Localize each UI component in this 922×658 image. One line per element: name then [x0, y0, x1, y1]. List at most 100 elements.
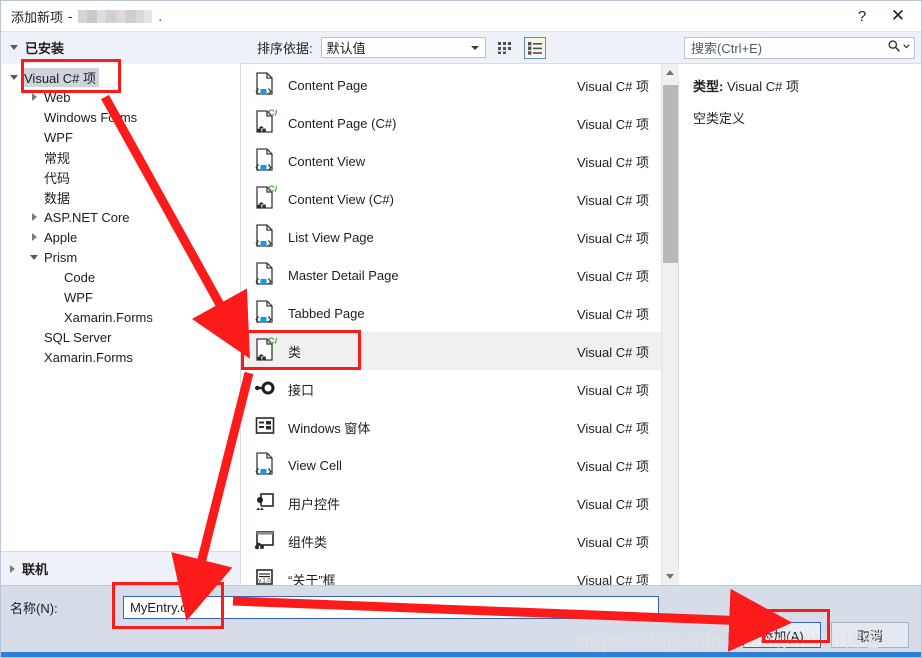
template-item-name: 接口 [288, 382, 315, 398]
template-list-item[interactable]: Master Detail Page Visual C# 项 [241, 256, 661, 294]
installed-section-header[interactable]: 已安装 [1, 31, 241, 64]
search-input[interactable]: 搜索(Ctrl+E) [684, 36, 915, 59]
template-item-kind: Visual C# 项 [576, 268, 649, 284]
add-button[interactable]: 添加(A) [743, 622, 821, 648]
tree-node[interactable]: SQL Server [1, 327, 240, 347]
online-section-header[interactable]: 联机 [1, 551, 240, 585]
template-item-name: 用户控件 [288, 496, 341, 512]
tree-node[interactable]: Xamarin.Forms [1, 347, 240, 367]
page-xaml-icon [253, 223, 277, 252]
tree-node-label: Xamarin.Forms [44, 349, 133, 365]
redacted-project-name [78, 9, 153, 23]
template-list-item[interactable]: 用户控件 Visual C# 项 [241, 484, 661, 522]
accent-strip [1, 652, 921, 657]
tree-node[interactable]: 常规 [1, 147, 240, 167]
tree-node[interactable]: WPF [1, 287, 240, 307]
tree-node-label: Web [44, 89, 71, 105]
template-item-kind: Visual C# 项 [576, 344, 649, 360]
template-item-kind: Visual C# 项 [576, 192, 649, 208]
interface-icon [253, 375, 277, 404]
class-csharp-icon: C# [253, 336, 280, 366]
grid-view-icon[interactable] [494, 37, 516, 59]
tree-node[interactable]: Web [1, 87, 240, 107]
chevron-right-icon[interactable] [27, 213, 41, 221]
template-item-icon: C# [250, 336, 280, 366]
tree-node[interactable]: Apple [1, 227, 240, 247]
template-item-kind: Visual C# 项 [576, 306, 649, 322]
template-list-scrollbar[interactable] [661, 64, 679, 585]
chevron-down-icon [10, 45, 18, 50]
scroll-up-icon[interactable] [661, 64, 679, 81]
template-item-kind: Visual C# 项 [576, 116, 649, 132]
tree-node-label: SQL Server [44, 329, 112, 345]
template-item-icon [250, 527, 280, 556]
template-list-item[interactable]: 组件类 Visual C# 项 [241, 522, 661, 560]
page-csharp-icon: C# [253, 108, 280, 138]
chevron-down-icon[interactable] [7, 74, 21, 80]
page-csharp-icon: C# [253, 184, 280, 214]
search-area: 搜索(Ctrl+E) [679, 32, 921, 64]
svg-text:v.1.0: v.1.0 [258, 578, 271, 584]
page-xaml-icon [253, 147, 277, 176]
template-list-item[interactable]: Content View Visual C# 项 [241, 142, 661, 180]
scroll-down-icon[interactable] [661, 568, 679, 585]
details-description: 空类定义 [693, 111, 746, 126]
template-list: Content Page Visual C# 项 C# Content Page (C… [241, 64, 661, 585]
template-list-item[interactable]: Content Page Visual C# 项 [241, 66, 661, 104]
tree-node-label: 数据 [44, 190, 71, 206]
tree-node[interactable]: Xamarin.Forms [1, 307, 240, 327]
help-icon[interactable]: ? [845, 2, 879, 30]
tree-node[interactable]: Prism [1, 247, 240, 267]
chevron-right-icon[interactable] [27, 233, 41, 241]
tree-node-label: Xamarin.Forms [64, 309, 153, 325]
chevron-down-icon[interactable] [27, 254, 41, 260]
chevron-right-icon[interactable] [27, 93, 41, 101]
tree-node-label: 常规 [44, 150, 71, 166]
installed-label: 已安装 [25, 41, 65, 56]
tree-node[interactable]: 代码 [1, 167, 240, 187]
template-list-item[interactable]: v.1.0 “关于”框 Visual C# 项 [241, 560, 661, 585]
chevron-down-icon[interactable] [902, 39, 911, 56]
tree-node[interactable]: ASP.NET Core [1, 207, 240, 227]
search-icon[interactable] [887, 39, 901, 56]
template-list-item[interactable]: C# Content View (C#) Visual C# 项 [241, 180, 661, 218]
windows-form-icon [253, 413, 277, 442]
template-item-name: Master Detail Page [288, 267, 399, 283]
template-list-item[interactable]: List View Page Visual C# 项 [241, 218, 661, 256]
template-list-item[interactable]: View Cell Visual C# 项 [241, 446, 661, 484]
titlebar-buttons: ? ✕ [845, 1, 915, 31]
list-view-icon[interactable] [523, 36, 546, 59]
cancel-button[interactable]: 取消 [831, 622, 909, 648]
template-item-kind: Visual C# 项 [576, 496, 649, 512]
scrollbar-track[interactable] [662, 81, 679, 568]
category-tree-pane: Visual C# 项 Web Windows Forms WPF 常规代码数据 ASP.… [1, 64, 241, 585]
sort-by-label: 排序依据: [257, 41, 313, 56]
page-xaml-icon [253, 71, 277, 100]
about-box-icon: v.1.0 [253, 565, 277, 586]
close-icon[interactable]: ✕ [881, 2, 915, 30]
tree-node-label: WPF [44, 129, 73, 145]
template-item-icon [250, 71, 280, 100]
tree-node[interactable]: Windows Forms [1, 107, 240, 127]
scrollbar-thumb[interactable] [662, 85, 678, 263]
tree-node[interactable]: WPF [1, 127, 240, 147]
page-xaml-icon [253, 451, 277, 480]
tree-node-label: 代码 [44, 170, 71, 186]
template-list-item[interactable]: Tabbed Page Visual C# 项 [241, 294, 661, 332]
template-list-item[interactable]: Windows 窗体 Visual C# 项 [241, 408, 661, 446]
template-item-icon [250, 489, 280, 518]
template-list-pane: Content Page Visual C# 项 C# Content Page (C… [241, 64, 679, 585]
dialog-title: 添加新项 - . [11, 7, 162, 26]
tree-node[interactable]: Code [1, 267, 240, 287]
template-list-item[interactable]: C# 类 Visual C# 项 [241, 332, 661, 370]
template-list-item[interactable]: C# Content Page (C#) Visual C# 项 [241, 104, 661, 142]
template-list-item[interactable]: 接口 Visual C# 项 [241, 370, 661, 408]
name-input[interactable]: MyEntry.cs [123, 595, 659, 619]
title-prefix: 添加新项 [11, 9, 64, 25]
tree-node-label: Apple [44, 229, 78, 245]
tree-node[interactable]: Visual C# 项 [1, 67, 240, 87]
template-item-name: Content Page (C#) [288, 115, 397, 131]
tree-node[interactable]: 数据 [1, 187, 240, 207]
sort-by-dropdown[interactable]: 默认值 [320, 37, 486, 58]
template-item-icon [250, 147, 280, 176]
